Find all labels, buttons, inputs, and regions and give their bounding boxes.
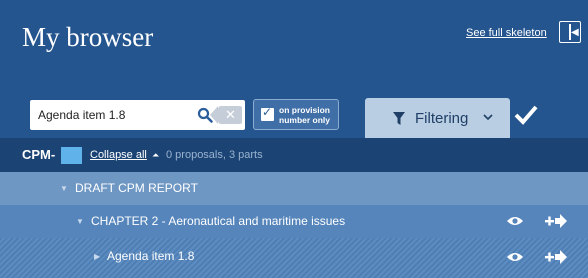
page-title: My browser	[22, 22, 154, 52]
collapsed-triangle-icon[interactable]: ▶	[94, 252, 100, 261]
proposal-count: 0 proposals, 3 parts	[166, 149, 263, 161]
search-input[interactable]	[38, 106, 188, 124]
close-icon: ✕	[225, 107, 236, 122]
expanded-triangle-icon[interactable]: ▼	[76, 217, 84, 226]
collapse-all-link[interactable]: Collapse all	[90, 149, 147, 161]
tree-row-label: DRAFT CPM REPORT	[75, 181, 198, 195]
cpm-number-swatch	[61, 147, 82, 164]
filter-icon	[393, 112, 405, 125]
chevron-down-icon	[483, 114, 493, 121]
provision-toggle-label: on provision number only	[279, 105, 331, 125]
tree-row-label: Agenda item 1.8	[107, 249, 195, 263]
tree-row-draft-cpm-report[interactable]: ▼ DRAFT CPM REPORT	[0, 172, 588, 205]
add-next-arrow-icon[interactable]	[545, 250, 567, 264]
add-next-arrow-icon[interactable]	[545, 214, 567, 228]
cpm-bar: CPM- Collapse all ⏶ 0 proposals, 3 parts	[0, 138, 588, 172]
eye-icon[interactable]	[506, 215, 524, 227]
see-full-skeleton-link[interactable]: See full skeleton	[466, 27, 547, 39]
checkbox-icon: ✓	[261, 105, 274, 121]
filtering-label: Filtering	[415, 110, 469, 127]
eye-icon[interactable]	[506, 251, 524, 263]
tree-row-label: CHAPTER 2 - Aeronautical and maritime is…	[91, 214, 346, 228]
clear-search-button[interactable]: ✕	[210, 106, 242, 124]
apply-filter-check-icon[interactable]	[514, 104, 538, 126]
tree-row-agenda-item-1-8[interactable]: ▶ Agenda item 1.8	[0, 238, 588, 278]
double-chevron-up-icon[interactable]: ⏶	[152, 149, 159, 161]
search-box: ✕	[30, 100, 245, 130]
panel-collapse-icon[interactable]: ◀	[559, 21, 581, 43]
filtering-tab[interactable]: Filtering	[365, 98, 510, 138]
provision-number-only-toggle[interactable]: ✓ on provision number only	[253, 99, 339, 130]
tree-row-chapter-2[interactable]: ▼ CHAPTER 2 - Aeronautical and maritime …	[0, 205, 588, 238]
cpm-label: CPM-	[22, 147, 56, 162]
header-bar: My browser See full skeleton ◀ ✕ ✓ on pr…	[0, 0, 588, 138]
expanded-triangle-icon[interactable]: ▼	[60, 184, 68, 193]
